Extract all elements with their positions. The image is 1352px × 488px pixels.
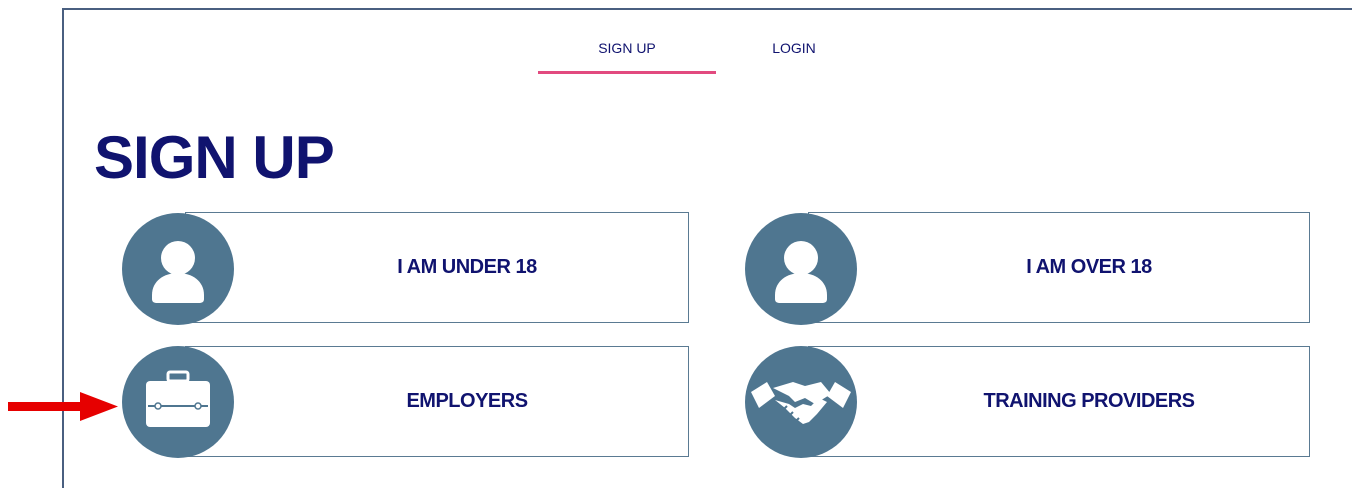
tab-login[interactable]: LOGIN: [764, 38, 824, 75]
handshake-icon: [745, 346, 857, 458]
person-icon: [122, 213, 234, 325]
over-18-label: I AM OVER 18: [1026, 256, 1152, 278]
tab-login-label: LOGIN: [772, 40, 816, 56]
training-providers-card[interactable]: TRAINING PROVIDERS: [808, 346, 1310, 457]
briefcase-icon: [122, 346, 234, 458]
training-providers-label: TRAINING PROVIDERS: [983, 390, 1195, 412]
tab-sign-up-label: SIGN UP: [598, 40, 656, 56]
under-18-label: I AM UNDER 18: [397, 256, 537, 278]
active-tab-underline: [538, 71, 716, 74]
tab-sign-up[interactable]: SIGN UP: [538, 38, 716, 75]
over-18-card[interactable]: I AM OVER 18: [808, 212, 1310, 323]
person-icon: [745, 213, 857, 325]
auth-tabs: SIGN UP LOGIN: [538, 38, 858, 78]
page-title: SIGN UP: [94, 124, 335, 191]
under-18-card[interactable]: I AM UNDER 18: [185, 212, 689, 323]
red-arrow-icon: [8, 392, 118, 421]
employers-card[interactable]: EMPLOYERS: [185, 346, 689, 457]
employers-label: EMPLOYERS: [406, 390, 528, 412]
